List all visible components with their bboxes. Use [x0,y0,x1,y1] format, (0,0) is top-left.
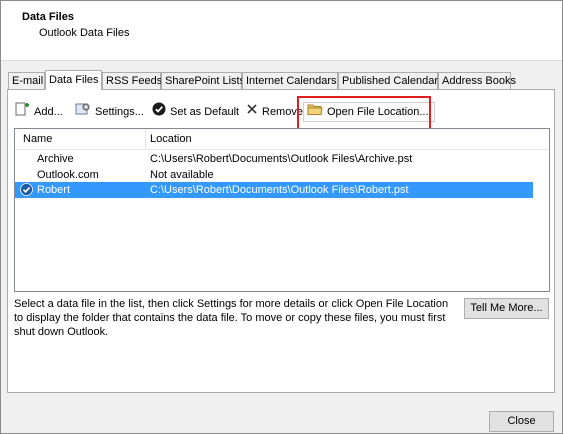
remove-button-label: Remove [262,106,303,118]
settings-icon [75,101,91,124]
table-row-selected[interactable]: Robert C:\Users\Robert\Documents\Outlook… [15,182,533,198]
set-as-default-label: Set as Default [170,106,240,118]
tab-internet-calendars[interactable]: Internet Calendars [242,72,338,89]
default-check-icon [20,183,33,201]
data-file-list[interactable]: Name Location Archive C:\Users\Robert\Do… [14,128,550,292]
row-name: Archive [37,153,74,165]
column-header-name[interactable]: Name [23,133,52,145]
account-settings-dialog: Data Files Outlook Data Files E-mail Dat… [0,0,563,434]
row-location: Not available [150,169,214,181]
column-header-location[interactable]: Location [150,133,192,145]
dialog-header: Data Files Outlook Data Files [1,1,562,61]
table-row[interactable]: Archive C:\Users\Robert\Documents\Outloo… [15,151,533,167]
tab-data-files[interactable]: Data Files [45,70,102,90]
row-name: Outlook.com [37,169,99,181]
row-location: C:\Users\Robert\Documents\Outlook Files\… [150,153,413,165]
remove-button[interactable]: Remove [246,102,303,122]
tab-address-books[interactable]: Address Books [438,72,516,89]
open-file-location-label: Open File Location... [327,106,429,118]
tab-email[interactable]: E-mail [8,72,45,89]
tab-rss-feeds[interactable]: RSS Feeds [102,72,162,89]
page-subtitle: Outlook Data Files [39,27,130,39]
tab-published-calendars[interactable]: Published Calendars [338,72,444,89]
folder-icon [307,102,323,122]
add-button-label: Add... [34,106,63,118]
row-name: Robert [37,184,71,196]
close-button[interactable]: Close [489,411,554,432]
open-file-location-button[interactable]: Open File Location... [303,102,435,122]
check-circle-icon [152,102,166,123]
set-as-default-button[interactable]: Set as Default [152,102,239,122]
tab-sharepoint-lists[interactable]: SharePoint Lists [161,72,245,89]
settings-button-label: Settings... [95,106,144,118]
remove-x-icon [246,102,258,122]
list-header: Name Location [15,129,549,150]
help-text: Select a data file in the list, then cli… [14,298,449,338]
column-divider [145,129,146,149]
table-row[interactable]: Outlook.com Not available [15,167,533,183]
tell-me-more-button[interactable]: Tell Me More... [464,298,549,319]
add-button[interactable]: Add... [14,102,63,122]
add-file-icon [14,101,30,124]
row-location: C:\Users\Robert\Documents\Outlook Files\… [150,184,409,196]
settings-button[interactable]: Settings... [75,102,144,122]
page-title: Data Files [22,11,74,23]
